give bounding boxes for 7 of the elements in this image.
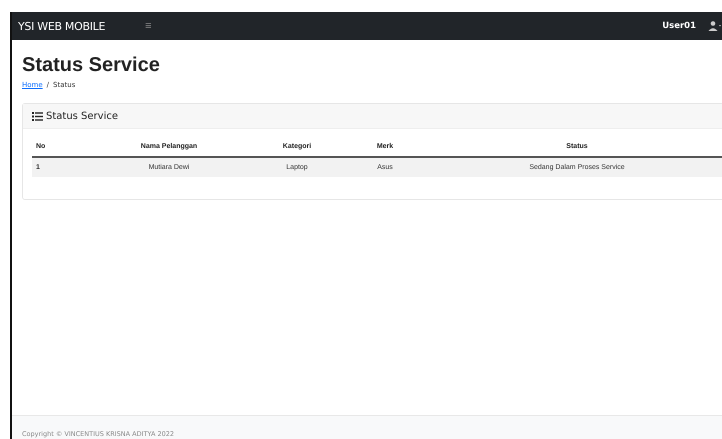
user-link[interactable]: User01 [662, 21, 696, 31]
menu-button[interactable]: ≡ [141, 20, 156, 32]
brand-link[interactable]: YSI WEB MOBILE [18, 20, 106, 32]
list-icon [32, 112, 43, 120]
page-title: Status Service [22, 54, 161, 77]
card-title: Status Service [46, 110, 118, 122]
user-icon[interactable] [708, 21, 722, 31]
